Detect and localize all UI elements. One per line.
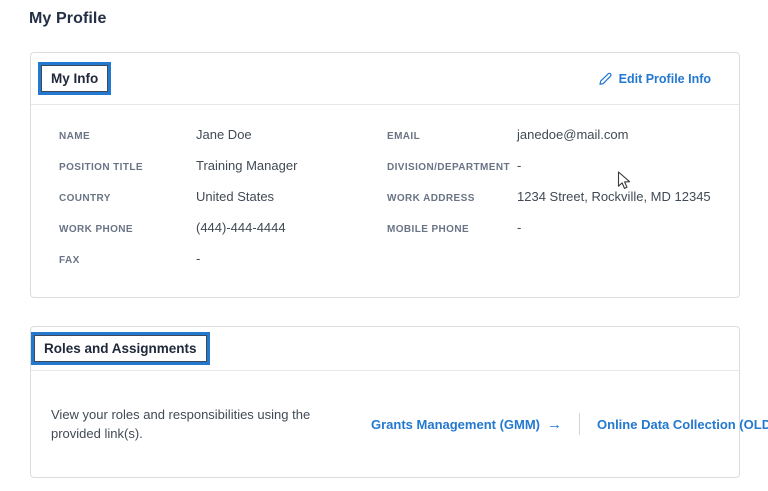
link-divider <box>579 413 580 435</box>
field-value: United States <box>196 189 274 205</box>
roles-card-header: Roles and Assignments <box>31 327 739 371</box>
grants-management-gmm-label: Grants Management (GMM) <box>371 417 540 432</box>
field-value: - <box>517 158 521 174</box>
field-label: DIVISION/DEPARTMENT <box>387 160 517 176</box>
pencil-icon <box>598 72 612 86</box>
my-info-heading: My Info <box>41 65 108 92</box>
online-data-collection-oldc-link[interactable]: Online Data Collection (OLDC) → <box>597 417 768 432</box>
field-label: NAME <box>59 129 196 145</box>
my-info-fields: NAME Jane Doe POSITION TITLE Training Ma… <box>31 105 739 297</box>
right-arrow-icon: → <box>547 418 562 431</box>
field-label: WORK ADDRESS <box>387 191 517 207</box>
field-label: WORK PHONE <box>59 222 196 238</box>
roles-assignments-card: Roles and Assignments View your roles an… <box>30 326 740 478</box>
roles-links: Grants Management (GMM) → Online Data Co… <box>371 413 768 435</box>
field-email: EMAIL janedoe@mail.com <box>387 127 711 145</box>
field-value: (444)-444-4444 <box>196 220 286 236</box>
field-value: - <box>517 220 521 236</box>
roles-description: View your roles and responsibilities usi… <box>51 405 351 443</box>
field-value: janedoe@mail.com <box>517 127 628 143</box>
online-data-collection-oldc-label: Online Data Collection (OLDC) <box>597 417 768 432</box>
edit-profile-info-link[interactable]: Edit Profile Info <box>598 72 711 86</box>
field-fax: FAX - <box>59 251 383 269</box>
field-work-phone: WORK PHONE (444)-444-4444 <box>59 220 383 238</box>
my-info-right-column: EMAIL janedoe@mail.com DIVISION/DEPARTME… <box>387 127 711 269</box>
grants-management-gmm-link[interactable]: Grants Management (GMM) → <box>371 417 562 432</box>
field-label: FAX <box>59 253 196 269</box>
field-country: COUNTRY United States <box>59 189 383 207</box>
field-value: Jane Doe <box>196 127 252 143</box>
field-work-address: WORK ADDRESS 1234 Street, Rockville, MD … <box>387 189 711 207</box>
field-label: MOBILE PHONE <box>387 222 517 238</box>
field-value: 1234 Street, Rockville, MD 12345 <box>517 189 711 205</box>
my-profile-page: My Profile My Info Edit Profile Info NAM… <box>0 0 768 491</box>
roles-card-body: View your roles and responsibilities usi… <box>31 371 739 477</box>
field-label: POSITION TITLE <box>59 160 196 176</box>
edit-profile-info-label: Edit Profile Info <box>619 72 711 86</box>
my-info-left-column: NAME Jane Doe POSITION TITLE Training Ma… <box>59 127 383 269</box>
page-title: My Profile <box>0 0 768 28</box>
field-position-title: POSITION TITLE Training Manager <box>59 158 383 176</box>
field-mobile-phone: MOBILE PHONE - <box>387 220 711 238</box>
roles-assignments-heading: Roles and Assignments <box>34 335 207 362</box>
my-info-card: My Info Edit Profile Info NAME Jane Doe … <box>30 52 740 298</box>
field-label: COUNTRY <box>59 191 196 207</box>
field-label: EMAIL <box>387 129 517 145</box>
field-value: Training Manager <box>196 158 297 174</box>
field-division-department: DIVISION/DEPARTMENT - <box>387 158 711 176</box>
my-info-card-header: My Info Edit Profile Info <box>31 53 739 105</box>
field-name: NAME Jane Doe <box>59 127 383 145</box>
field-value: - <box>196 251 200 267</box>
